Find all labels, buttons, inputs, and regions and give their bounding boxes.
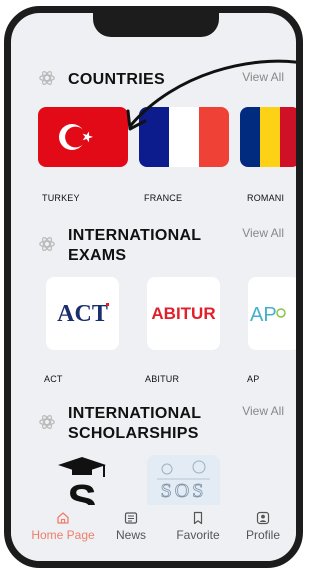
ap-logo-icon: AP xyxy=(250,304,286,326)
abitur-logo-icon: ABITUR xyxy=(151,304,215,323)
app-screen: COUNTRIES View All TURKEY FRANCE ROMANI … xyxy=(11,13,296,561)
section-title: INTERNATIONAL SCHOLARSHIPS xyxy=(68,405,202,442)
view-all-scholarships-link[interactable]: View All xyxy=(242,404,284,418)
country-label: TURKEY xyxy=(42,193,80,203)
exam-card-abitur[interactable]: ABITUR xyxy=(147,277,220,350)
bookmark-icon xyxy=(193,511,203,525)
country-label: FRANCE xyxy=(144,193,183,203)
section-logo-icon xyxy=(39,236,55,252)
exam-card-ap[interactable]: AP xyxy=(248,277,296,350)
nav-label: Home Page xyxy=(31,528,95,542)
svg-text:AP: AP xyxy=(250,304,277,326)
svg-text:SOS: SOS xyxy=(161,480,207,502)
act-logo-icon: ACT xyxy=(57,301,109,327)
nav-home[interactable]: Home Page xyxy=(28,511,98,542)
nav-label: Favorite xyxy=(176,528,220,542)
section-logo-icon xyxy=(39,414,55,430)
bottom-navigation: Home Page News Favorite Profile xyxy=(11,505,296,561)
country-label: ROMANI xyxy=(247,193,285,203)
svg-text:ACT: ACT xyxy=(57,301,108,327)
exams-section: INTERNATIONAL EXAMS View All ACT ACT ABI… xyxy=(11,209,296,389)
exam-label: AP xyxy=(247,374,260,384)
nav-label: News xyxy=(115,528,146,542)
section-title: INTERNATIONAL EXAMS xyxy=(68,227,202,264)
nav-favorite[interactable]: Favorite xyxy=(163,511,233,542)
profile-icon xyxy=(256,511,270,525)
home-icon xyxy=(57,512,69,524)
svg-text:ABITUR: ABITUR xyxy=(151,304,215,323)
exam-label: ACT xyxy=(44,374,63,384)
news-icon xyxy=(124,512,138,524)
nav-news[interactable]: News xyxy=(101,511,161,542)
view-all-exams-link[interactable]: View All xyxy=(242,226,284,240)
phone-frame: COUNTRIES View All TURKEY FRANCE ROMANI … xyxy=(4,6,303,568)
exam-label: ABITUR xyxy=(145,374,180,384)
phone-notch xyxy=(93,13,219,37)
exam-card-act[interactable]: ACT xyxy=(46,277,119,350)
nav-profile[interactable]: Profile xyxy=(233,511,293,542)
nav-label: Profile xyxy=(245,528,280,542)
